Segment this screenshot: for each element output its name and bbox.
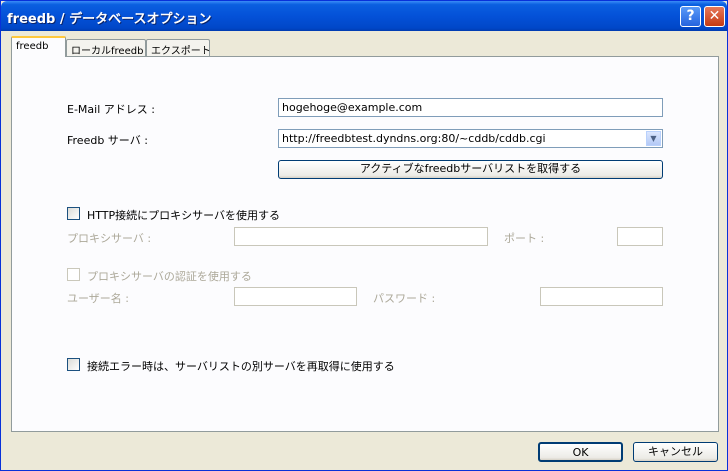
tab-export[interactable]: エクスポート [146, 39, 211, 57]
email-label: E-Mail アドレス : [67, 103, 155, 116]
help-icon: ? [686, 8, 695, 24]
dialog-window: freedb / データベースオプション ? ✕ freedb ローカルfree… [0, 0, 728, 471]
email-field[interactable]: hogehoge@example.com [278, 98, 663, 117]
tab-freedb[interactable]: freedb [11, 36, 66, 57]
username-field[interactable] [234, 287, 357, 306]
tab-label: freedb [16, 41, 49, 52]
proxy-auth-label[interactable]: プロキシサーバの認証を使用する [87, 268, 252, 284]
tab-local-freedb[interactable]: ローカルfreedb [66, 39, 146, 57]
cancel-button[interactable]: キャンセル [633, 442, 718, 462]
close-icon: ✕ [708, 8, 721, 24]
close-button[interactable]: ✕ [704, 6, 725, 27]
proxy-server-field[interactable] [234, 227, 488, 246]
chevron-down-icon[interactable]: ▼ [646, 131, 661, 146]
proxy-checkbox[interactable] [67, 207, 80, 220]
username-label: ユーザー名 : [67, 292, 129, 305]
window-title: freedb / データベースオプション [7, 12, 212, 27]
server-combobox[interactable]: http://freedbtest.dyndns.org:80/~cddb/cd… [278, 129, 663, 148]
proxy-checkbox-label[interactable]: HTTP接続にプロキシサーバを使用する [87, 207, 280, 223]
password-label: パスワード : [373, 292, 436, 305]
proxy-auth-checkbox[interactable] [67, 268, 80, 281]
fetch-server-list-button[interactable]: アクティブなfreedbサーバリストを取得する [278, 160, 663, 179]
retry-checkbox-label[interactable]: 接続エラー時は、サーバリストの別サーバを再取得に使用する [87, 358, 395, 374]
ok-button[interactable]: OK [538, 442, 623, 462]
help-button[interactable]: ? [680, 6, 701, 27]
title-bar[interactable]: freedb / データベースオプション ? ✕ [1, 1, 727, 31]
server-label: Freedb サーバ : [67, 134, 148, 147]
password-field[interactable] [540, 287, 663, 306]
port-field[interactable] [617, 227, 663, 246]
retry-checkbox[interactable] [67, 358, 80, 371]
server-value: http://freedbtest.dyndns.org:80/~cddb/cd… [282, 132, 546, 145]
port-label: ポート : [504, 232, 545, 245]
proxy-server-label: プロキシサーバ : [67, 232, 152, 245]
